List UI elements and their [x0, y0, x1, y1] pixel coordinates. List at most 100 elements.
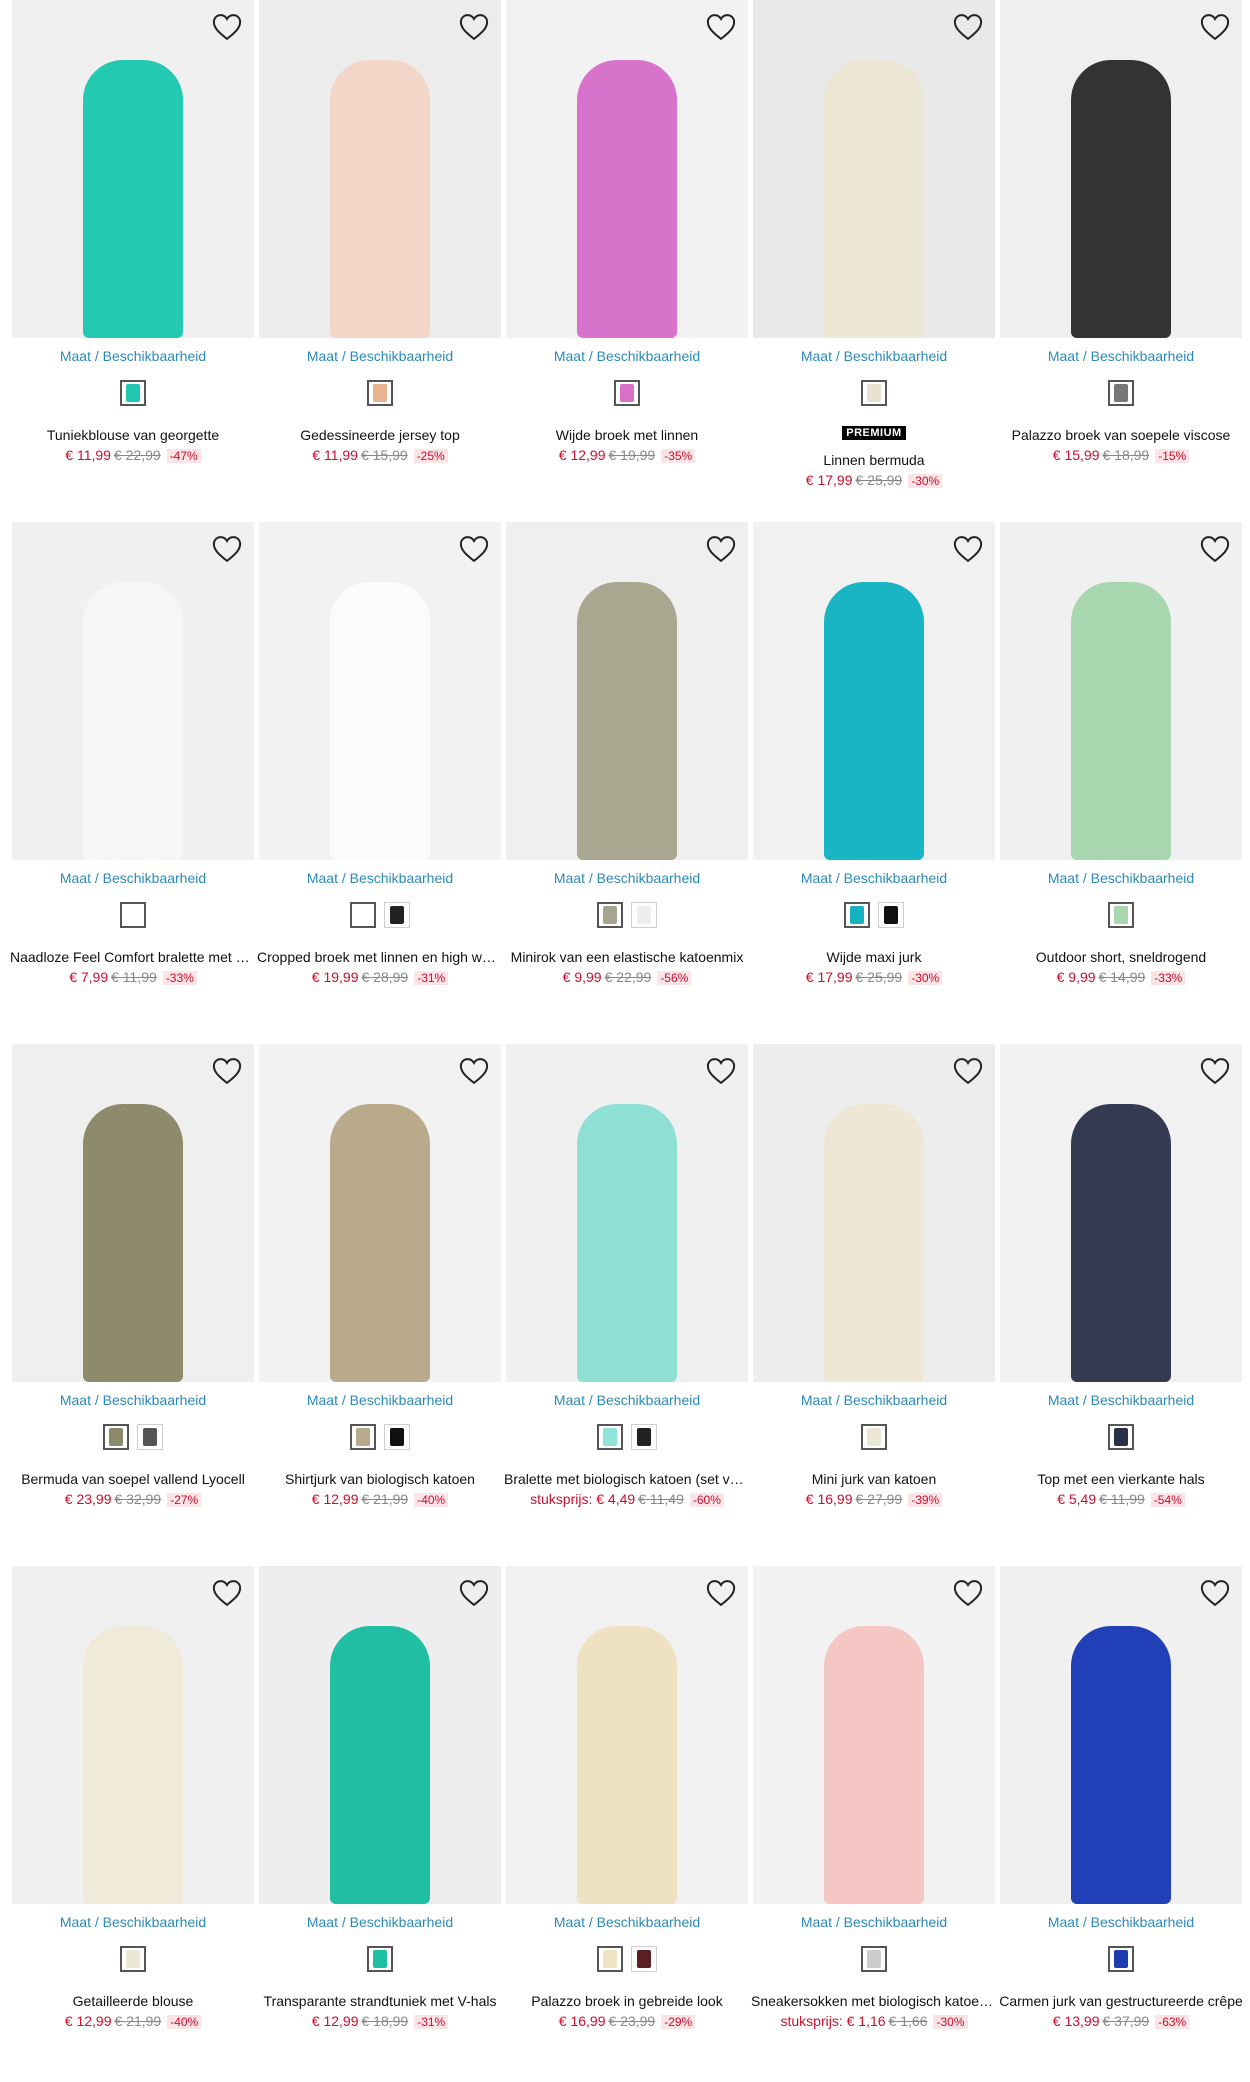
product-image[interactable] — [753, 0, 995, 338]
color-swatch[interactable] — [384, 902, 410, 928]
product-image[interactable] — [1000, 522, 1242, 860]
size-availability-link[interactable]: Maat / Beschikbaarheid — [12, 348, 254, 364]
size-availability-link[interactable]: Maat / Beschikbaarheid — [1000, 1914, 1242, 1930]
size-availability-link[interactable]: Maat / Beschikbaarheid — [1000, 870, 1242, 886]
product-image[interactable] — [259, 522, 501, 860]
wishlist-heart-icon[interactable] — [704, 532, 738, 566]
color-swatch[interactable] — [350, 902, 376, 928]
size-availability-link[interactable]: Maat / Beschikbaarheid — [12, 1914, 254, 1930]
product-card[interactable]: Maat / Beschikbaarheid Top met een vierka… — [1000, 1044, 1242, 1544]
color-swatch[interactable] — [384, 1424, 410, 1450]
size-availability-link[interactable]: Maat / Beschikbaarheid — [259, 870, 501, 886]
product-card[interactable]: Maat / Beschikbaarheid Wijde maxi jurk € 1… — [753, 522, 995, 1022]
product-card[interactable]: Maat / Beschikbaarheid Minirok van een el… — [506, 522, 748, 1022]
size-availability-link[interactable]: Maat / Beschikbaarheid — [259, 1392, 501, 1408]
color-swatch[interactable] — [861, 380, 887, 406]
color-swatch[interactable] — [631, 1424, 657, 1450]
product-name[interactable]: Bralette met biologisch katoen (set van … — [504, 1471, 750, 1487]
size-availability-link[interactable]: Maat / Beschikbaarheid — [1000, 1392, 1242, 1408]
color-swatch[interactable] — [120, 1946, 146, 1972]
size-availability-link[interactable]: Maat / Beschikbaarheid — [753, 348, 995, 364]
wishlist-heart-icon[interactable] — [210, 532, 244, 566]
product-name[interactable]: Gedessineerde jersey top — [257, 427, 503, 443]
color-swatch[interactable] — [597, 1424, 623, 1450]
size-availability-link[interactable]: Maat / Beschikbaarheid — [506, 1914, 748, 1930]
color-swatch[interactable] — [631, 1946, 657, 1972]
color-swatch[interactable] — [120, 380, 146, 406]
wishlist-heart-icon[interactable] — [1198, 1576, 1232, 1610]
product-name[interactable]: Cropped broek met linnen en high waist — [257, 949, 503, 965]
product-name[interactable]: Palazzo broek in gebreide look — [504, 1993, 750, 2009]
product-name[interactable]: Shirtjurk van biologisch katoen — [257, 1471, 503, 1487]
product-name[interactable]: Top met een vierkante hals — [998, 1471, 1244, 1487]
product-image[interactable] — [12, 1044, 254, 1382]
wishlist-heart-icon[interactable] — [457, 1054, 491, 1088]
color-swatch[interactable] — [120, 902, 146, 928]
product-card[interactable]: Maat / Beschikbaarheid Tuniekblouse van g… — [12, 0, 254, 500]
color-swatch[interactable] — [844, 902, 870, 928]
product-card[interactable]: Maat / Beschikbaarheid Gedessineerde jers… — [259, 0, 501, 500]
product-image[interactable] — [506, 522, 748, 860]
wishlist-heart-icon[interactable] — [457, 10, 491, 44]
product-image[interactable] — [259, 0, 501, 338]
product-image[interactable] — [12, 522, 254, 860]
color-swatch[interactable] — [103, 1424, 129, 1450]
wishlist-heart-icon[interactable] — [457, 1576, 491, 1610]
color-swatch[interactable] — [1108, 380, 1134, 406]
product-name[interactable]: Outdoor short, sneldrogend — [998, 949, 1244, 965]
size-availability-link[interactable]: Maat / Beschikbaarheid — [506, 348, 748, 364]
color-swatch[interactable] — [1108, 902, 1134, 928]
product-image[interactable] — [506, 1044, 748, 1382]
product-name[interactable]: Palazzo broek van soepele viscose — [998, 427, 1244, 443]
color-swatch[interactable] — [137, 1424, 163, 1450]
product-card[interactable]: Maat / Beschikbaarheid Shirtjurk van biol… — [259, 1044, 501, 1544]
product-image[interactable] — [1000, 1566, 1242, 1904]
size-availability-link[interactable]: Maat / Beschikbaarheid — [12, 870, 254, 886]
color-swatch[interactable] — [597, 902, 623, 928]
product-image[interactable] — [259, 1044, 501, 1382]
product-card[interactable]: Maat / Beschikbaarheid Bermuda van soepel… — [12, 1044, 254, 1544]
wishlist-heart-icon[interactable] — [951, 1576, 985, 1610]
product-image[interactable] — [506, 1566, 748, 1904]
wishlist-heart-icon[interactable] — [1198, 532, 1232, 566]
product-image[interactable] — [12, 1566, 254, 1904]
product-card[interactable]: Maat / Beschikbaarheid Cropped broek met … — [257, 522, 503, 1022]
size-availability-link[interactable]: Maat / Beschikbaarheid — [753, 1392, 995, 1408]
wishlist-heart-icon[interactable] — [704, 1576, 738, 1610]
size-availability-link[interactable]: Maat / Beschikbaarheid — [506, 1392, 748, 1408]
wishlist-heart-icon[interactable] — [704, 1054, 738, 1088]
wishlist-heart-icon[interactable] — [210, 1054, 244, 1088]
size-availability-link[interactable]: Maat / Beschikbaarheid — [506, 870, 748, 886]
color-swatch[interactable] — [878, 902, 904, 928]
color-swatch[interactable] — [367, 380, 393, 406]
product-card[interactable]: Maat / Beschikbaarheid Outdoor short, sne… — [1000, 522, 1242, 1022]
product-name[interactable]: Mini jurk van katoen — [751, 1471, 997, 1487]
product-name[interactable]: Carmen jurk van gestructureerde crêpe — [998, 1993, 1244, 2009]
product-card[interactable]: Maat / Beschikbaarheid Naadloze Feel Comf… — [10, 522, 256, 1022]
product-card[interactable]: Maat / Beschikbaarheid Getailleerde blous… — [12, 1566, 254, 2066]
size-availability-link[interactable]: Maat / Beschikbaarheid — [259, 1914, 501, 1930]
product-name[interactable]: Sneakersokken met biologisch katoen (set… — [751, 1993, 997, 2009]
product-card[interactable]: Maat / Beschikbaarheid Mini jurk van kato… — [753, 1044, 995, 1544]
product-card[interactable]: Maat / Beschikbaarheid Transparante stran… — [259, 1566, 501, 2066]
wishlist-heart-icon[interactable] — [951, 10, 985, 44]
product-image[interactable] — [753, 522, 995, 860]
wishlist-heart-icon[interactable] — [457, 532, 491, 566]
color-swatch[interactable] — [350, 1424, 376, 1450]
color-swatch[interactable] — [861, 1424, 887, 1450]
product-image[interactable] — [1000, 1044, 1242, 1382]
product-image[interactable] — [12, 0, 254, 338]
color-swatch[interactable] — [614, 380, 640, 406]
size-availability-link[interactable]: Maat / Beschikbaarheid — [259, 348, 501, 364]
product-card[interactable]: Maat / Beschikbaarheid Palazzo broek van … — [1000, 0, 1242, 500]
product-image[interactable] — [506, 0, 748, 338]
wishlist-heart-icon[interactable] — [1198, 10, 1232, 44]
product-name[interactable]: Minirok van een elastische katoenmix — [504, 949, 750, 965]
product-image[interactable] — [753, 1566, 995, 1904]
color-swatch[interactable] — [631, 902, 657, 928]
product-card[interactable]: Maat / Beschikbaarheid Carmen jurk van ge… — [998, 1566, 1244, 2066]
size-availability-link[interactable]: Maat / Beschikbaarheid — [12, 1392, 254, 1408]
product-name[interactable]: Getailleerde blouse — [10, 1993, 256, 2009]
product-image[interactable] — [259, 1566, 501, 1904]
color-swatch[interactable] — [1108, 1946, 1134, 1972]
